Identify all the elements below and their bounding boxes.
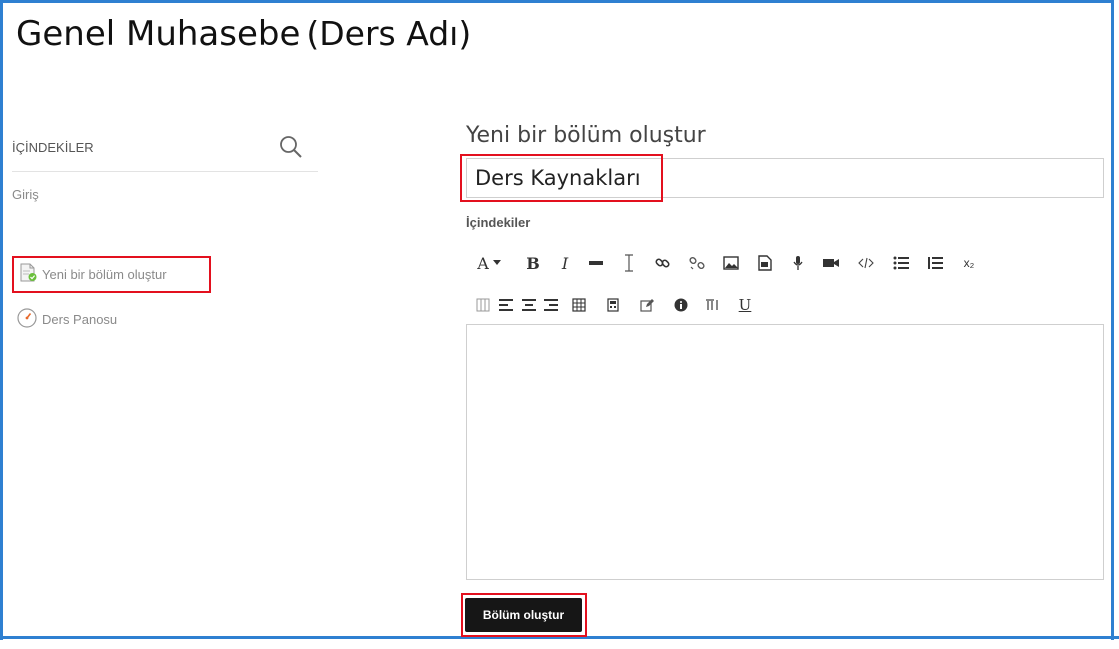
editor-toolbar-row-1: A B I x₂ [472, 250, 986, 276]
dashboard-gauge-icon [16, 307, 38, 332]
course-name: Genel Muhasebe [16, 14, 301, 54]
numbered-list-icon[interactable] [918, 251, 952, 275]
subscript-button[interactable]: x₂ [952, 251, 986, 275]
course-subtitle: (Ders Adı) [306, 14, 472, 53]
caret-down-icon [492, 260, 501, 265]
toc-title: İÇİNDEKİLER [12, 140, 94, 155]
toc-header: İÇİNDEKİLER [12, 130, 318, 172]
edit-icon[interactable] [630, 293, 664, 317]
text-direction-icon[interactable] [698, 293, 728, 317]
content-label: İçindekiler [466, 215, 531, 230]
media-icon[interactable] [748, 251, 782, 275]
page-title: Yeni bir bölüm oluştur [466, 123, 706, 148]
bullet-list-icon[interactable] [884, 251, 918, 275]
new-page-icon [18, 263, 38, 286]
align-right-icon[interactable] [540, 293, 562, 317]
video-icon[interactable] [814, 251, 848, 275]
sidebar-item-label: Yeni bir bölüm oluştur [42, 267, 167, 282]
align-left-icon[interactable] [494, 293, 518, 317]
unlink-icon[interactable] [680, 251, 714, 275]
microphone-icon[interactable] [782, 251, 814, 275]
sidebar-item-giris[interactable]: Giriş [12, 187, 39, 202]
section-name-highlight [460, 154, 663, 202]
content-editor[interactable] [466, 324, 1104, 580]
link-icon[interactable] [646, 251, 680, 275]
sidebar-item-new-section[interactable]: Yeni bir bölüm oluştur [12, 256, 211, 293]
table-icon[interactable] [562, 293, 596, 317]
sidebar-item-ders-panosu[interactable]: Ders Panosu [16, 307, 117, 332]
sidebar-item-label: Ders Panosu [42, 312, 118, 327]
bold-button[interactable]: B [516, 251, 550, 275]
columns-icon[interactable] [472, 293, 494, 317]
font-size-button[interactable]: A [472, 251, 506, 275]
image-icon[interactable] [714, 251, 748, 275]
create-section-button[interactable]: Bölüm oluştur [465, 598, 582, 632]
editor-toolbar-row-2: U [472, 292, 762, 318]
calculator-icon[interactable] [596, 293, 630, 317]
sidebar-item-label: Giriş [12, 187, 39, 202]
italic-button[interactable]: I [550, 251, 580, 275]
text-cursor-icon[interactable] [612, 251, 646, 275]
course-title: Genel Muhasebe (Ders Adı) [16, 14, 471, 54]
search-icon[interactable] [278, 134, 304, 160]
font-size-label: A [477, 253, 489, 273]
code-icon[interactable] [848, 251, 884, 275]
align-center-icon[interactable] [518, 293, 540, 317]
underline-button[interactable]: U [728, 293, 762, 317]
info-icon[interactable] [664, 293, 698, 317]
horizontal-rule-icon[interactable] [580, 251, 612, 275]
